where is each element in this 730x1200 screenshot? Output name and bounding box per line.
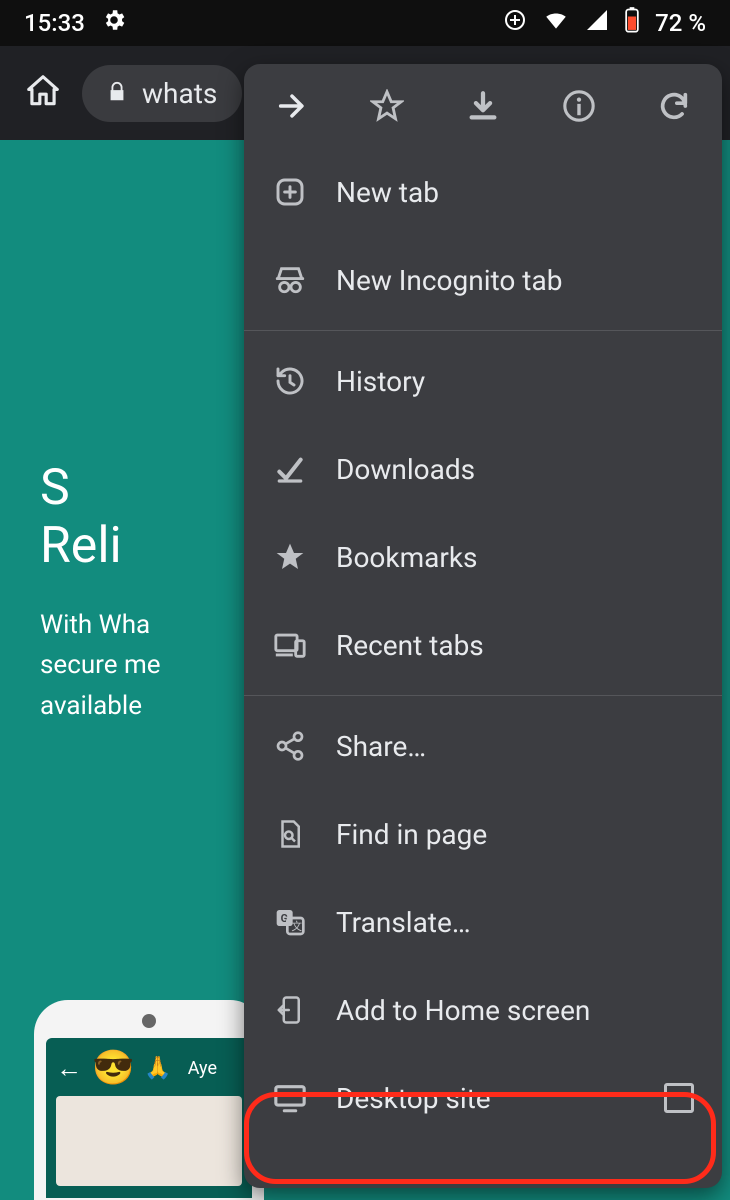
statusbar: 15:33 72 %	[0, 0, 730, 46]
page-subtitle: With Wha secure me available	[40, 605, 220, 726]
find-in-page-icon	[272, 816, 308, 852]
translate-icon: G文	[272, 904, 308, 940]
page-title: S Reli	[40, 460, 220, 575]
statusbar-time: 15:33	[24, 9, 85, 37]
menu-label: Bookmarks	[336, 541, 694, 574]
desktop-site-checkbox[interactable]	[664, 1083, 694, 1113]
menu-label: Share…	[336, 730, 694, 763]
incognito-icon	[272, 262, 308, 298]
lock-icon	[106, 77, 128, 110]
info-button[interactable]	[557, 84, 601, 128]
reload-button[interactable]	[652, 84, 696, 128]
menu-label: Translate…	[336, 906, 694, 939]
menu-label: History	[336, 365, 694, 398]
wifi-icon	[543, 7, 569, 39]
menu-label: New tab	[336, 176, 694, 209]
add-to-home-icon	[272, 992, 308, 1028]
download-button[interactable]	[461, 84, 505, 128]
share-icon	[272, 728, 308, 764]
url-text: whats	[142, 77, 217, 110]
downloads-check-icon	[272, 451, 308, 487]
plus-square-icon	[272, 174, 308, 210]
menu-find-in-page[interactable]: Find in page	[244, 790, 722, 878]
menu-label: Find in page	[336, 818, 694, 851]
phone-mockup: ← 😎 🙏 Aye	[34, 1000, 264, 1200]
menu-bookmarks[interactable]: Bookmarks	[244, 513, 722, 601]
svg-text:文: 文	[291, 920, 302, 933]
star-filled-icon	[272, 539, 308, 575]
menu-label: Recent tabs	[336, 629, 694, 662]
menu-incognito[interactable]: New Incognito tab	[244, 236, 722, 324]
emoji-icon: 😎	[92, 1048, 134, 1088]
home-icon[interactable]	[24, 72, 62, 114]
menu-label: Desktop site	[336, 1082, 636, 1115]
pray-icon: 🙏	[144, 1056, 171, 1081]
battery-icon	[625, 7, 639, 39]
back-arrow-icon: ←	[56, 1053, 82, 1084]
history-icon	[272, 363, 308, 399]
menu-label: Add to Home screen	[336, 994, 694, 1027]
menu-divider	[244, 330, 722, 331]
menu-label: Downloads	[336, 453, 694, 486]
menu-recent-tabs[interactable]: Recent tabs	[244, 601, 722, 689]
url-bar[interactable]: whats	[82, 65, 242, 122]
menu-downloads[interactable]: Downloads	[244, 425, 722, 513]
menu-share[interactable]: Share…	[244, 702, 722, 790]
bookmark-star-button[interactable]	[365, 84, 409, 128]
menu-label: New Incognito tab	[336, 264, 694, 297]
menu-add-to-home[interactable]: Add to Home screen	[244, 966, 722, 1054]
settings-icon	[101, 7, 127, 39]
monitor-icon	[272, 1080, 308, 1116]
cell-signal-icon	[585, 8, 609, 38]
battery-percentage: 72 %	[655, 9, 706, 37]
menu-new-tab[interactable]: New tab	[244, 148, 722, 236]
contact-name: Aye	[188, 1058, 217, 1079]
forward-button[interactable]	[270, 84, 314, 128]
devices-icon	[272, 627, 308, 663]
data-saver-icon	[503, 8, 527, 38]
menu-desktop-site[interactable]: Desktop site	[244, 1054, 722, 1142]
menu-translate[interactable]: G文 Translate…	[244, 878, 722, 966]
menu-history[interactable]: History	[244, 337, 722, 425]
overflow-menu: New tab New Incognito tab History Downlo…	[244, 64, 722, 1188]
menu-divider	[244, 695, 722, 696]
